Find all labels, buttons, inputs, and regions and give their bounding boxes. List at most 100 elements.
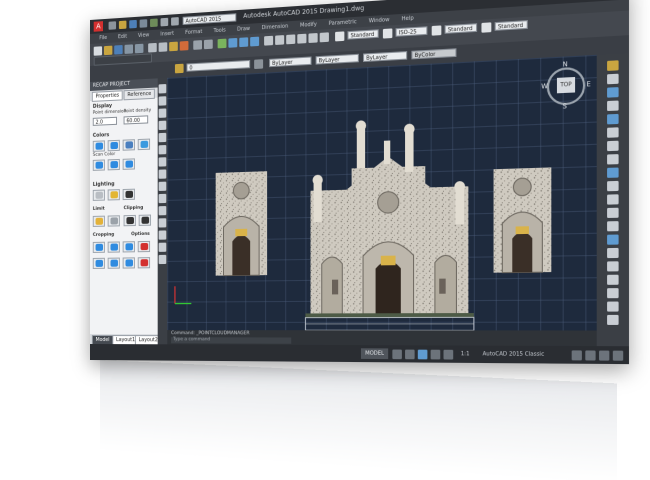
gradient-tool-icon[interactable] — [159, 218, 167, 227]
zoom-previous-icon[interactable] — [250, 37, 259, 47]
save-icon[interactable] — [129, 20, 137, 29]
trim-icon[interactable] — [607, 181, 619, 191]
cut-icon[interactable] — [148, 43, 157, 53]
table-style-icon[interactable] — [432, 25, 442, 35]
ellipse-tool-icon[interactable] — [159, 169, 167, 178]
polyline-tool-icon[interactable] — [159, 96, 167, 106]
limit-elevation-button[interactable] — [108, 215, 120, 226]
viewcube-top-face[interactable]: TOP — [557, 77, 575, 93]
zoom-realtime-icon[interactable] — [228, 38, 237, 48]
open-icon[interactable] — [119, 21, 127, 30]
text-style-dropdown[interactable]: Standard — [347, 29, 378, 39]
spline-tool-icon[interactable] — [159, 157, 167, 166]
copy-icon[interactable] — [159, 42, 168, 52]
break-icon[interactable] — [607, 208, 619, 218]
point-tool-icon[interactable] — [159, 194, 167, 203]
menu-parametric[interactable]: Parametric — [329, 19, 357, 27]
elevation-color-button[interactable] — [138, 139, 150, 151]
mleader-style-dropdown[interactable]: Standard — [495, 20, 528, 31]
snap-icon[interactable] — [405, 350, 415, 360]
hatch-tool-icon[interactable] — [159, 206, 167, 215]
circle-tool-icon[interactable] — [159, 145, 167, 154]
qopen-icon[interactable] — [104, 46, 112, 56]
crop-polygon-button[interactable] — [108, 241, 120, 252]
chamfer-icon[interactable] — [607, 235, 619, 245]
toolpalettes-icon[interactable] — [286, 34, 295, 44]
array-icon[interactable] — [607, 114, 619, 125]
paste-icon[interactable] — [169, 42, 178, 52]
application-menu-button[interactable]: A — [94, 21, 103, 32]
line-tool-icon[interactable] — [159, 84, 167, 94]
crop-reset-button[interactable] — [138, 257, 150, 268]
pedit-icon[interactable] — [607, 288, 619, 298]
dim-style-icon[interactable] — [383, 28, 392, 38]
layer-manager-icon[interactable] — [175, 64, 184, 74]
menu-view[interactable]: View — [138, 32, 149, 39]
extend-icon[interactable] — [607, 194, 619, 204]
single-color-button[interactable] — [93, 159, 105, 170]
scan-color-button[interactable] — [93, 140, 105, 151]
rectangle-tool-icon[interactable] — [159, 121, 167, 130]
sheetset-icon[interactable] — [297, 34, 306, 44]
dim-style-dropdown[interactable]: ISO-25 — [396, 26, 428, 36]
blend-icon[interactable] — [607, 275, 619, 285]
undo-toolbar-icon[interactable] — [193, 40, 202, 50]
text-style-icon[interactable] — [335, 31, 344, 41]
polygon-tool-icon[interactable] — [159, 108, 167, 117]
menu-format[interactable]: Format — [185, 29, 202, 36]
lineweight-dropdown[interactable]: ByLayer — [363, 51, 407, 62]
stretch-icon[interactable] — [607, 168, 619, 178]
viewcube[interactable]: TOP N S E W — [542, 62, 592, 113]
lock-ui-icon[interactable] — [572, 350, 582, 360]
command-input[interactable]: Type a command — [171, 337, 291, 344]
workspace-status[interactable]: AutoCAD 2015 Classic — [483, 346, 545, 364]
tab-properties[interactable]: Properties — [92, 90, 123, 102]
erase-icon[interactable] — [607, 60, 619, 71]
annotation-scale[interactable]: 1:1 — [461, 346, 470, 363]
calculator-icon[interactable] — [320, 32, 329, 42]
crop-cylinder-button[interactable] — [123, 241, 135, 252]
flip-color-button[interactable] — [123, 158, 135, 170]
plotstyle-dropdown[interactable]: ByColor — [411, 48, 456, 59]
fillet-icon[interactable] — [607, 248, 619, 258]
lighting-spec-button[interactable] — [123, 189, 135, 200]
align-icon[interactable] — [607, 315, 619, 325]
zoom-window-icon[interactable] — [239, 37, 248, 47]
make-current-icon[interactable] — [254, 59, 263, 69]
menu-window[interactable]: Window — [369, 17, 390, 25]
arc-tool-icon[interactable] — [159, 133, 167, 142]
clean-screen-icon[interactable] — [599, 351, 609, 361]
grid-icon[interactable] — [392, 350, 402, 360]
crop-options-button[interactable] — [138, 241, 150, 252]
mleader-style-icon[interactable] — [481, 22, 491, 32]
clip-rect-button[interactable] — [139, 215, 151, 226]
layer-dropdown[interactable]: 0 — [186, 60, 250, 72]
menu-draw[interactable]: Draw — [237, 26, 250, 33]
lighting-none-button[interactable] — [93, 190, 105, 201]
menu-insert[interactable]: Insert — [160, 31, 174, 38]
preview-icon[interactable] — [135, 44, 144, 54]
move-icon[interactable] — [607, 127, 619, 137]
region-tool-icon[interactable] — [159, 230, 167, 239]
block-tool-icon[interactable] — [159, 182, 167, 191]
object-color-button[interactable] — [108, 159, 120, 170]
tab-reference[interactable]: Reference — [124, 89, 155, 101]
menu-dimension[interactable]: Dimension — [262, 23, 289, 31]
isolate-icon[interactable] — [585, 350, 595, 360]
mtext-tool-icon[interactable] — [159, 255, 167, 264]
menu-tools[interactable]: Tools — [214, 27, 226, 34]
point-dimension-field[interactable]: 2.0 — [93, 117, 117, 126]
print-icon[interactable] — [150, 18, 158, 27]
model-space-button[interactable]: MODEL — [361, 348, 388, 359]
osnap-icon[interactable] — [444, 350, 454, 360]
pan-icon[interactable] — [218, 39, 227, 49]
new-icon[interactable] — [109, 21, 116, 30]
markup-icon[interactable] — [308, 33, 317, 43]
crop-relative-button[interactable] — [108, 258, 120, 269]
copy-object-icon[interactable] — [607, 74, 619, 85]
table-style-dropdown[interactable]: Standard — [445, 23, 478, 34]
explode-icon[interactable] — [607, 261, 619, 271]
qsave-icon[interactable] — [114, 45, 122, 55]
crop-inverted-button[interactable] — [93, 258, 105, 269]
drawing-viewport[interactable]: TOP N S E W — [167, 55, 596, 331]
